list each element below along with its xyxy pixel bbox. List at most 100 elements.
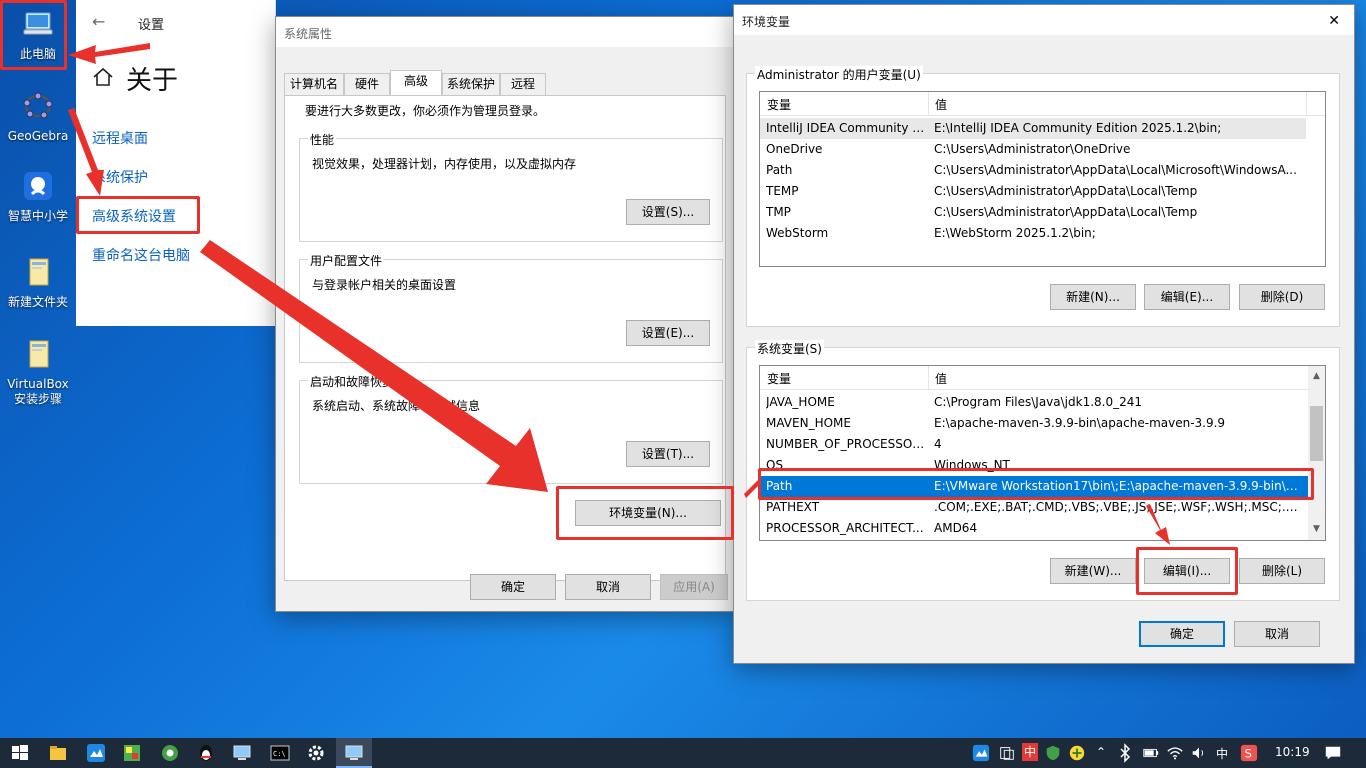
ime-tray-badge[interactable]: 中 xyxy=(1022,743,1039,761)
tab-remote[interactable]: 远程 xyxy=(500,73,546,95)
column-header-variable[interactable]: 变量 xyxy=(767,370,791,387)
image-viewer-icon[interactable] xyxy=(122,743,142,763)
group-description: 系统启动、系统故障和调试信息 xyxy=(312,399,481,413)
startup-settings-button[interactable]: 设置(T)... xyxy=(626,441,710,467)
table-row[interactable]: TMP C:\Users\Administrator\AppData\Local\… xyxy=(760,202,1306,223)
svg-text:C:\: C:\ xyxy=(273,750,286,758)
desktop-icon-new-folder[interactable]: 新建文件夹 xyxy=(0,256,76,310)
system-properties-icon[interactable] xyxy=(232,743,252,763)
scroll-down-icon[interactable]: ▼ xyxy=(1308,521,1325,538)
table-row[interactable]: TEMP C:\Users\Administrator\AppData\Local… xyxy=(760,181,1306,202)
table-row[interactable]: Path C:\Users\Administrator\AppData\Local… xyxy=(760,160,1306,181)
profiles-settings-button[interactable]: 设置(E)... xyxy=(626,320,710,346)
variable-value: E:\WebStorm 2025.1.2\bin; xyxy=(934,226,1096,240)
scroll-up-icon[interactable]: ▲ xyxy=(1308,368,1325,385)
nav-system-protection[interactable]: 系统保护 xyxy=(92,167,148,187)
variable-value: .COM;.EXE;.BAT;.CMD;.VBS;.VBE;.JS;.JSE;.… xyxy=(934,500,1302,514)
system-new-button[interactable]: 新建(W)... xyxy=(1050,558,1136,584)
computer-icon xyxy=(23,12,53,35)
table-row[interactable]: PATHEXT .COM;.EXE;.BAT;.CMD;.VBS;.VBE;.JS… xyxy=(760,497,1308,518)
tab-system-protection[interactable]: 系统保护 xyxy=(442,73,500,95)
user-edit-button[interactable]: 编辑(E)... xyxy=(1144,284,1230,310)
variable-name: OS xyxy=(766,458,784,472)
table-row[interactable]: OS Windows_NT xyxy=(760,455,1308,476)
table-row[interactable]: Path E:\VMware Workstation17\bin\;E:\apac… xyxy=(760,476,1308,497)
table-row[interactable]: JAVA_HOME C:\Program Files\Java\jdk1.8.0_… xyxy=(760,392,1308,413)
tab-hardware[interactable]: 硬件 xyxy=(344,73,390,95)
variable-name: PROCESSOR_ARCHITECT... xyxy=(766,521,924,535)
desktop-icon-this-pc[interactable]: 此电脑 xyxy=(0,8,76,62)
user-delete-button[interactable]: 删除(D) xyxy=(1239,284,1325,310)
tray-app-icon[interactable] xyxy=(972,743,990,763)
desktop-icon-label: 新建文件夹 xyxy=(7,295,68,309)
variable-name: PATHEXT xyxy=(766,500,820,514)
folder-icon xyxy=(29,340,49,368)
shield-icon[interactable] xyxy=(1044,743,1062,763)
variable-value: C:\Users\Administrator\AppData\Local\Tem… xyxy=(934,205,1198,219)
qq-icon[interactable] xyxy=(196,743,216,763)
desktop-icon-label: 此电脑 xyxy=(19,47,56,61)
performance-settings-button[interactable]: 设置(S)... xyxy=(626,199,710,225)
group-label: 系统变量(S) xyxy=(755,340,824,357)
env-ok-button[interactable]: 确定 xyxy=(1139,621,1225,647)
user-new-button[interactable]: 新建(N)... xyxy=(1050,284,1136,310)
command-prompt-icon[interactable]: C:\ xyxy=(270,743,290,763)
environment-variables-dialog: 环境变量 ✕ Administrator 的用户变量(U) 变量 值 Intel… xyxy=(733,4,1355,664)
apply-button[interactable]: 应用(A) xyxy=(660,574,728,600)
scroll-thumb[interactable] xyxy=(1310,406,1323,461)
vertical-scrollbar[interactable]: ▲ ▼ xyxy=(1308,366,1325,540)
chevron-up-icon[interactable]: ⌃ xyxy=(1096,745,1106,759)
dialog-title: 环境变量 xyxy=(734,5,1354,35)
notification-icon[interactable] xyxy=(1324,743,1342,763)
desktop-icon-virtualbox-doc[interactable]: VirtualBox安装步骤 xyxy=(0,338,76,407)
browser-icon[interactable] xyxy=(160,743,180,763)
tab-advanced[interactable]: 高级 xyxy=(390,70,442,95)
environment-variables-button[interactable]: 环境变量(N)... xyxy=(575,500,721,526)
app-icon-blue[interactable] xyxy=(86,743,106,763)
nav-advanced-system-settings[interactable]: 高级系统设置 xyxy=(92,206,176,226)
table-row[interactable]: PROCESSOR_ARCHITECT... AMD64 xyxy=(760,518,1308,539)
wifi-icon[interactable] xyxy=(1166,743,1184,763)
desktop-icon-geogebra[interactable]: GeoGebra xyxy=(0,90,76,144)
column-header-value[interactable]: 值 xyxy=(935,96,947,113)
variable-value: 4 xyxy=(934,437,942,451)
nav-rename-pc[interactable]: 重命名这台电脑 xyxy=(92,245,190,265)
battery-icon[interactable] xyxy=(1142,743,1160,763)
group-label: 性能 xyxy=(308,131,337,148)
system-variables-list[interactable]: 变量 值 JAVA_HOME C:\Program Files\Java\jdk1… xyxy=(759,365,1326,541)
user-variables-list[interactable]: 变量 值 IntelliJ IDEA Community E... E:\Inte… xyxy=(759,91,1326,267)
table-row[interactable]: MAVEN_HOME E:\apache-maven-3.9.9-bin\apac… xyxy=(760,413,1308,434)
active-taskbar-item[interactable] xyxy=(336,738,372,768)
system-edit-button[interactable]: 编辑(I)... xyxy=(1144,558,1230,584)
tab-computer-name[interactable]: 计算机名 xyxy=(284,73,344,95)
column-header-variable[interactable]: 变量 xyxy=(767,96,791,113)
sogou-input-icon[interactable]: S xyxy=(1240,743,1258,763)
ime-indicator[interactable]: 中 xyxy=(1216,745,1228,762)
column-header-value[interactable]: 值 xyxy=(935,370,947,387)
bluetooth-icon[interactable] xyxy=(1118,743,1132,763)
back-arrow-icon[interactable]: ← xyxy=(92,12,105,31)
tray-window-icon[interactable] xyxy=(998,743,1016,763)
variable-name: Path xyxy=(766,163,793,177)
home-icon[interactable] xyxy=(92,66,114,88)
desktop-icon-smart-edu[interactable]: 智慧中小学 xyxy=(0,170,76,224)
variable-value: Windows_NT xyxy=(934,458,1010,472)
variable-name: MAVEN_HOME xyxy=(766,416,851,430)
windows-start-icon[interactable] xyxy=(10,743,30,763)
nav-remote-desktop[interactable]: 远程桌面 xyxy=(92,128,148,148)
gear-icon[interactable] xyxy=(306,743,326,763)
variable-name: TEMP xyxy=(766,184,799,198)
speaker-icon[interactable] xyxy=(1190,743,1208,763)
cancel-button[interactable]: 取消 xyxy=(565,574,651,600)
table-row[interactable]: IntelliJ IDEA Community E... E:\IntelliJ … xyxy=(760,118,1306,139)
table-row[interactable]: NUMBER_OF_PROCESSORS 4 xyxy=(760,434,1308,455)
file-explorer-icon[interactable] xyxy=(48,743,68,763)
close-icon[interactable]: ✕ xyxy=(1328,13,1340,29)
table-row[interactable]: WebStorm E:\WebStorm 2025.1.2\bin; xyxy=(760,223,1306,244)
ok-button[interactable]: 确定 xyxy=(470,574,556,600)
env-cancel-button[interactable]: 取消 xyxy=(1234,621,1320,647)
system-delete-button[interactable]: 删除(L) xyxy=(1239,558,1325,584)
table-row[interactable]: OneDrive C:\Users\Administrator\OneDrive xyxy=(760,139,1306,160)
clock[interactable]: 10:19 xyxy=(1275,745,1310,759)
security-tray-icon[interactable] xyxy=(1068,743,1086,763)
